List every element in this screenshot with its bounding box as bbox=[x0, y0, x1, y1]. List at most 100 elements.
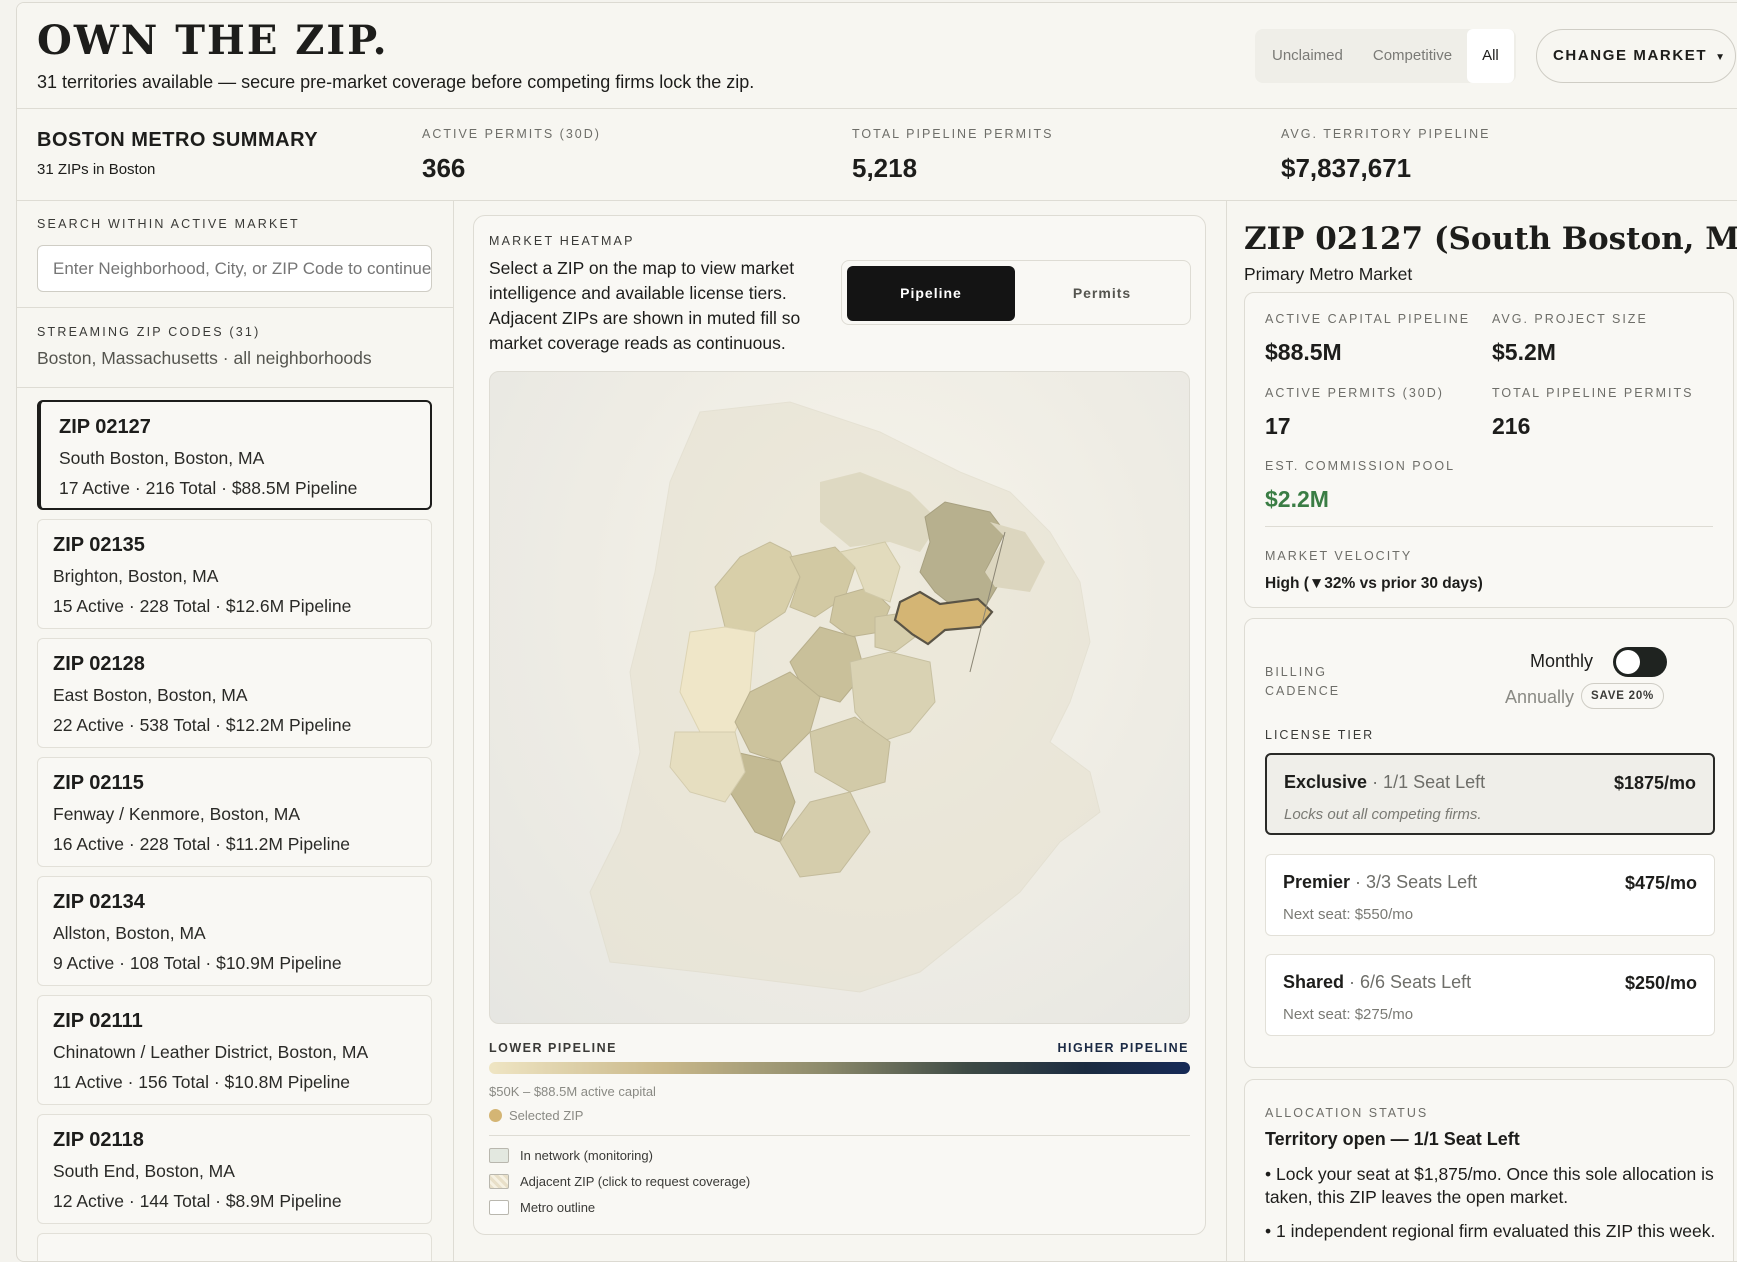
velocity-label: MARKET VELOCITY bbox=[1265, 549, 1413, 563]
stat-label: TOTAL PIPELINE PERMITS bbox=[852, 127, 1054, 141]
zip-neighborhood: Fenway / Kenmore, Boston, MA bbox=[53, 804, 301, 824]
tier-name: Premier · 3/3 Seats Left bbox=[1283, 872, 1477, 893]
save-badge: SAVE 20% bbox=[1581, 683, 1665, 709]
legend-in-network: In network (monitoring) bbox=[489, 1148, 653, 1163]
allocation-status-card: ALLOCATION STATUS Territory open — 1/1 S… bbox=[1244, 1079, 1734, 1261]
filter-competitive[interactable]: Competitive bbox=[1358, 29, 1467, 83]
market-metrics-card: ACTIVE CAPITAL PIPELINE $88.5M AVG. PROJ… bbox=[1244, 292, 1734, 608]
filter-all[interactable]: All bbox=[1467, 29, 1514, 83]
divider bbox=[1265, 526, 1713, 527]
change-market-button[interactable]: CHANGE MARKET ▼ bbox=[1536, 29, 1736, 83]
zip-metrics: 9 Active · 108 Total · $10.9M Pipeline bbox=[53, 953, 342, 973]
allocation-title: Territory open — 1/1 Seat Left bbox=[1265, 1129, 1520, 1149]
metric-label: ACTIVE CAPITAL PIPELINE bbox=[1265, 312, 1471, 326]
tier-seats: · 1/1 Seat Left bbox=[1367, 772, 1486, 792]
stat-value: $7,837,671 bbox=[1281, 153, 1412, 183]
zip-list: ZIP 02127 South Boston, Boston, MA 17 Ac… bbox=[37, 400, 432, 1261]
zip-metrics: 22 Active · 538 Total · $12.2M Pipeline bbox=[53, 715, 352, 735]
zip-metrics: 11 Active · 156 Total · $10.8M Pipeline bbox=[53, 1072, 351, 1092]
zip-neighborhood: East Boston, Boston, MA bbox=[53, 685, 248, 705]
tier-price: $1875/mo bbox=[1613, 773, 1696, 793]
zip-map[interactable] bbox=[489, 371, 1190, 1024]
metric-label: AVG. PROJECT SIZE bbox=[1492, 312, 1648, 326]
toggle-permits[interactable]: Permits bbox=[1017, 266, 1187, 321]
tier-shared[interactable]: Shared · 6/6 Seats Left $250/mo Next sea… bbox=[1265, 954, 1715, 1036]
selected-zip-legend: Selected ZIP bbox=[489, 1108, 583, 1123]
metric-value: $5.2M bbox=[1492, 339, 1556, 365]
app-frame: OWN THE ZIP. 31 territories available — … bbox=[16, 2, 1737, 1262]
pipeline-range: $50K – $88.5M active capital bbox=[489, 1084, 656, 1099]
legend-metro-outline-label: Metro outline bbox=[520, 1200, 596, 1215]
zip-metrics: 12 Active · 144 Total · $8.9M Pipeline bbox=[53, 1191, 342, 1211]
zip-card-02118[interactable]: ZIP 02118 South End, Boston, MA 12 Activ… bbox=[37, 1114, 432, 1224]
zip-neighborhood: Allston, Boston, MA bbox=[53, 923, 206, 943]
search-input[interactable] bbox=[37, 245, 432, 292]
tier-price: $250/mo bbox=[1624, 973, 1697, 993]
swatch-adjacent bbox=[489, 1174, 509, 1189]
zip-code: ZIP 02135 bbox=[53, 534, 145, 556]
licensing-card: BILLING CADENCE Monthly Annually SAVE 20… bbox=[1244, 618, 1734, 1068]
selected-zip-label: Selected ZIP bbox=[509, 1108, 584, 1123]
velocity-value: High (▼32% vs prior 30 days) bbox=[1265, 575, 1483, 592]
heatmap-label: MARKET HEATMAP bbox=[489, 234, 635, 248]
zip-card-02135[interactable]: ZIP 02135 Brighton, Boston, MA 15 Active… bbox=[37, 519, 432, 629]
legend-adjacent-label: Adjacent ZIP (click to request coverage) bbox=[520, 1174, 751, 1189]
zip-card-02127[interactable]: ZIP 02127 South Boston, Boston, MA 17 Ac… bbox=[37, 400, 432, 510]
metric-active-capital: ACTIVE CAPITAL PIPELINE $88.5M bbox=[1265, 312, 1470, 366]
zip-card-partial[interactable] bbox=[37, 1233, 432, 1261]
zip-code: ZIP 02134 bbox=[53, 891, 145, 913]
zip-card-02111[interactable]: ZIP 02111 Chinatown / Leather District, … bbox=[37, 995, 432, 1105]
zip-code: ZIP 02127 bbox=[59, 416, 151, 438]
tier-premier[interactable]: Premier · 3/3 Seats Left $475/mo Next se… bbox=[1265, 854, 1715, 936]
stat-label: AVG. TERRITORY PIPELINE bbox=[1281, 127, 1491, 141]
zip-card-02115[interactable]: ZIP 02115 Fenway / Kenmore, Boston, MA 1… bbox=[37, 757, 432, 867]
annually-label: Annually bbox=[1505, 687, 1575, 707]
zip-metrics: 16 Active · 228 Total · $11.2M Pipeline bbox=[53, 834, 351, 854]
tier-name: Shared · 6/6 Seats Left bbox=[1283, 972, 1471, 993]
tier-exclusive[interactable]: Exclusive · 1/1 Seat Left $1875/mo Locks… bbox=[1265, 753, 1715, 835]
billing-toggle[interactable] bbox=[1613, 647, 1667, 677]
zip-neighborhood: Chinatown / Leather District, Boston, MA bbox=[53, 1042, 369, 1062]
stat-active-permits: ACTIVE PERMITS (30D) 366 bbox=[422, 127, 601, 184]
tier-description: Next seat: $550/mo bbox=[1283, 906, 1414, 923]
metric-label: TOTAL PIPELINE PERMITS bbox=[1492, 386, 1694, 400]
billing-cadence-label: BILLING CADENCE bbox=[1265, 665, 1341, 698]
tier-seats: · 6/6 Seats Left bbox=[1344, 972, 1472, 992]
tier-price: $475/mo bbox=[1624, 873, 1697, 893]
tier-title: Exclusive bbox=[1284, 772, 1368, 792]
metric-total-permits: TOTAL PIPELINE PERMITS 216 bbox=[1492, 386, 1693, 440]
zip-metrics: 15 Active · 228 Total · $12.6M Pipeline bbox=[53, 596, 352, 616]
monthly-label: Monthly bbox=[1530, 651, 1594, 671]
metric-active-permits: ACTIVE PERMITS (30D) 17 bbox=[1265, 386, 1444, 440]
caret-down-icon: ▼ bbox=[1715, 52, 1727, 63]
zip-code: ZIP 02115 bbox=[53, 772, 144, 794]
summary-title: BOSTON METRO SUMMARY bbox=[37, 129, 319, 151]
filter-unclaimed[interactable]: Unclaimed bbox=[1257, 29, 1358, 83]
license-tier-label: LICENSE TIER bbox=[1265, 728, 1375, 742]
metric-label: EST. COMMISSION POOL bbox=[1265, 459, 1456, 473]
allocation-label: ALLOCATION STATUS bbox=[1265, 1106, 1429, 1120]
tier-title: Premier bbox=[1283, 872, 1351, 892]
zip-code: ZIP 02118 bbox=[53, 1129, 144, 1151]
market-heatmap-panel: MARKET HEATMAP Select a ZIP on the map t… bbox=[473, 215, 1206, 1235]
summary-subtitle: 31 ZIPs in Boston bbox=[37, 161, 156, 178]
zip-card-02134[interactable]: ZIP 02134 Allston, Boston, MA 9 Active ·… bbox=[37, 876, 432, 986]
pipeline-gradient-bar bbox=[489, 1062, 1190, 1074]
allocation-bullet: • 1 independent regional firm evaluated … bbox=[1265, 1221, 1716, 1241]
swatch-in-network bbox=[489, 1148, 509, 1163]
market-velocity: MARKET VELOCITY High (▼32% vs prior 30 d… bbox=[1265, 549, 1483, 593]
streaming-subtitle: Boston, Massachusetts · all neighborhood… bbox=[37, 348, 372, 368]
toggle-pipeline[interactable]: Pipeline bbox=[847, 266, 1015, 321]
zip-card-02128[interactable]: ZIP 02128 East Boston, Boston, MA 22 Act… bbox=[37, 638, 432, 748]
zip-sidebar: SEARCH WITHIN ACTIVE MARKET STREAMING ZI… bbox=[17, 201, 454, 1261]
legend-in-network-label: In network (monitoring) bbox=[520, 1148, 653, 1163]
streaming-label: STREAMING ZIP CODES (31) bbox=[37, 325, 261, 339]
zip-neighborhood: South End, Boston, MA bbox=[53, 1161, 235, 1181]
zip-detail-panel: ZIP 02127 (South Boston, MA) Primary Met… bbox=[1226, 201, 1737, 1261]
zip-neighborhood: South Boston, Boston, MA bbox=[59, 448, 265, 468]
tier-description: Locks out all competing firms. bbox=[1284, 806, 1482, 823]
tier-name: Exclusive · 1/1 Seat Left bbox=[1284, 772, 1485, 793]
scale-higher-label: HIGHER PIPELINE bbox=[1057, 1041, 1189, 1055]
metric-value: $88.5M bbox=[1265, 339, 1342, 365]
toggle-knob bbox=[1616, 650, 1640, 674]
